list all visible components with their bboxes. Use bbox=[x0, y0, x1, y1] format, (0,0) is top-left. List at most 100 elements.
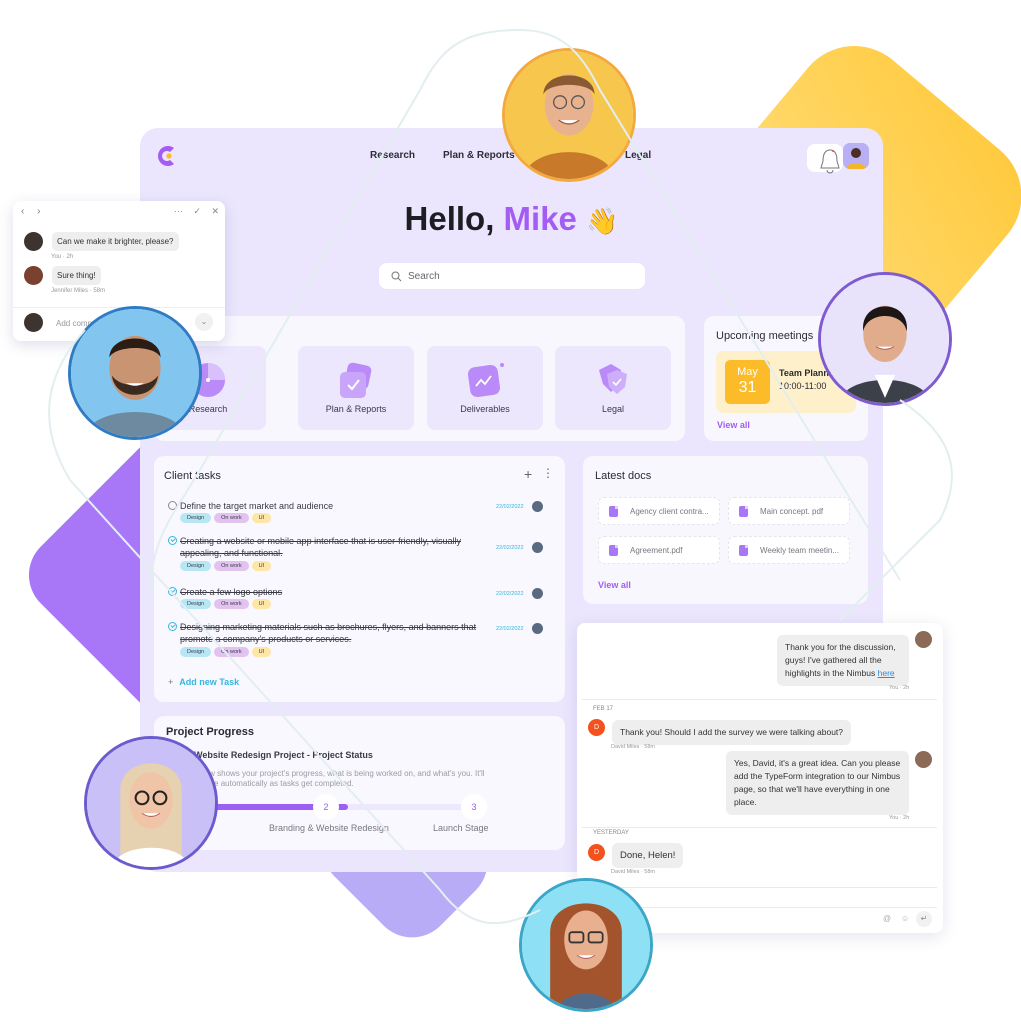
task-date: 22/02/2022 bbox=[496, 626, 524, 632]
task-assignee-avatar bbox=[532, 501, 543, 512]
tag-on-work: On work bbox=[214, 513, 249, 523]
add-new-task-label: Add new Task bbox=[179, 677, 240, 687]
task-tags: Design On work UI bbox=[180, 599, 272, 609]
david-avatar: D bbox=[588, 844, 605, 861]
avatar-man-beard bbox=[68, 306, 202, 440]
progress-step-2: 2 bbox=[313, 794, 339, 820]
mention-icon[interactable]: @ bbox=[883, 914, 891, 923]
meetings-view-all-link[interactable]: View all bbox=[717, 420, 750, 430]
tag-design: Design bbox=[180, 513, 212, 523]
client-tasks-card: Client tasks + ⋮ Define the target marke… bbox=[154, 456, 565, 702]
chat-bubble: Thank you! Should I add the survey we we… bbox=[612, 720, 852, 745]
plus-icon: + bbox=[168, 677, 174, 687]
close-icon[interactable]: ✕ bbox=[211, 206, 219, 216]
greeting-name: Mike bbox=[503, 200, 577, 237]
quick-tile-plan-reports[interactable]: Plan & Reports bbox=[298, 346, 414, 430]
tag-ui: UI bbox=[251, 647, 272, 657]
task-assignee-avatar bbox=[532, 588, 543, 599]
expand-chevron-icon[interactable]: ⌄ bbox=[195, 313, 213, 331]
task-tags: Design On work UI bbox=[180, 561, 272, 571]
project-description: below shows your project's progress, wha… bbox=[194, 769, 485, 788]
doc-item[interactable]: Main concept. pdf bbox=[728, 497, 850, 525]
greeting-prefix: Hello, bbox=[404, 200, 504, 237]
pdf-file-icon bbox=[739, 505, 748, 517]
task-date: 22/02/2022 bbox=[496, 545, 524, 551]
doc-name: Main concept. pdf bbox=[760, 506, 824, 516]
add-task-icon[interactable]: + bbox=[524, 466, 532, 482]
avatar-man-glasses bbox=[502, 48, 636, 182]
client-tasks-title: Client tasks bbox=[164, 470, 221, 482]
sender-avatar bbox=[915, 751, 932, 768]
nimbus-link[interactable]: here bbox=[878, 668, 895, 678]
project-subtitle: Website Redesign Project - Project Statu… bbox=[194, 750, 373, 760]
chat-bubble: Thank you for the discussion, guys! I've… bbox=[777, 635, 909, 686]
chevron-right-icon[interactable]: › bbox=[37, 206, 40, 217]
tag-on-work: On work bbox=[214, 647, 249, 657]
avatar-woman-redhair bbox=[519, 878, 653, 1012]
task-text: Designing marketing materials such as br… bbox=[180, 622, 477, 644]
task-checkbox[interactable] bbox=[168, 622, 177, 631]
commenter-avatar bbox=[24, 232, 43, 251]
user-avatar[interactable] bbox=[843, 143, 869, 169]
task-checkbox[interactable] bbox=[168, 536, 177, 545]
chat-divider bbox=[582, 827, 937, 828]
search-input[interactable]: Search bbox=[379, 263, 645, 289]
chat-day-label: YESTERDAY bbox=[593, 830, 629, 836]
progress-step-3: 3 bbox=[461, 794, 487, 820]
search-icon bbox=[391, 271, 402, 281]
chat-bubble: Yes, David, it's a great idea. Can you p… bbox=[726, 751, 909, 815]
meetings-title: Upcoming meetings bbox=[716, 330, 814, 342]
meeting-month: May bbox=[737, 366, 758, 378]
add-new-task-button[interactable]: + Add new Task bbox=[168, 677, 239, 687]
quick-tile-deliverables[interactable]: Deliverables bbox=[427, 346, 543, 430]
resolve-check-icon[interactable]: ✓ bbox=[193, 206, 201, 216]
chevron-left-icon[interactable]: ‹ bbox=[21, 206, 24, 217]
more-options-icon[interactable]: ⋮ bbox=[542, 466, 554, 480]
quick-tile-label: Legal bbox=[601, 404, 625, 414]
send-icon[interactable]: ↵ bbox=[916, 911, 932, 927]
david-avatar: D bbox=[588, 719, 605, 736]
task-tags: Design On work UI bbox=[180, 513, 272, 523]
doc-item[interactable]: Weekly team meetin... bbox=[728, 536, 850, 564]
task-tags: Design On work UI bbox=[180, 647, 272, 657]
nav-legal[interactable]: Legal bbox=[625, 150, 651, 161]
tag-ui: UI bbox=[251, 599, 272, 609]
chat-divider bbox=[582, 699, 937, 700]
nav-plan-reports[interactable]: Plan & Reports bbox=[443, 150, 515, 161]
chat-divider bbox=[582, 887, 937, 888]
emoji-icon[interactable]: ☺ bbox=[901, 914, 909, 923]
tag-ui: UI bbox=[251, 513, 272, 523]
deliverables-icon bbox=[467, 363, 504, 398]
doc-name: Agreement.pdf bbox=[630, 545, 683, 555]
comment-bubble: Sure thing! bbox=[52, 266, 101, 285]
chat-panel: Thank you for the discussion, guys! I've… bbox=[577, 623, 943, 933]
doc-item[interactable]: Agreement.pdf bbox=[598, 536, 720, 564]
task-text: Creating a website or mobile app interfa… bbox=[180, 536, 461, 558]
nav-research[interactable]: Research bbox=[370, 150, 415, 161]
progress-step-label: Launch Stage bbox=[433, 823, 489, 833]
latest-docs-title: Latest docs bbox=[595, 470, 652, 482]
avatar-woman-blonde bbox=[84, 736, 218, 870]
sender-avatar bbox=[915, 631, 932, 648]
greeting-heading: Hello, Mike 👋 bbox=[140, 200, 883, 238]
tag-on-work: On work bbox=[214, 599, 249, 609]
avatar-woman-business bbox=[818, 272, 952, 406]
quick-tile-legal[interactable]: Legal bbox=[555, 346, 671, 430]
task-date: 22/02/2022 bbox=[496, 504, 524, 510]
doc-item[interactable]: Agency client contra... bbox=[598, 497, 720, 525]
more-horizontal-icon[interactable]: ··· bbox=[174, 206, 183, 216]
meeting-day: 31 bbox=[738, 379, 757, 396]
legal-icon bbox=[599, 364, 627, 394]
meeting-date: May 31 bbox=[725, 360, 770, 404]
chat-meta: You · 2h bbox=[889, 685, 910, 691]
plan-reports-icon bbox=[340, 362, 372, 398]
docs-view-all-link[interactable]: View all bbox=[598, 580, 631, 590]
chat-day-label: FEB 17 bbox=[593, 706, 614, 712]
tag-ui: UI bbox=[251, 561, 272, 571]
task-checkbox[interactable] bbox=[168, 587, 177, 596]
latest-docs-card: Latest docs Agency client contra... Main… bbox=[583, 456, 868, 604]
task-checkbox[interactable] bbox=[168, 501, 177, 510]
app-logo-icon[interactable] bbox=[154, 142, 180, 170]
quick-tile-label: Plan & Reports bbox=[325, 404, 387, 414]
tag-design: Design bbox=[180, 599, 212, 609]
